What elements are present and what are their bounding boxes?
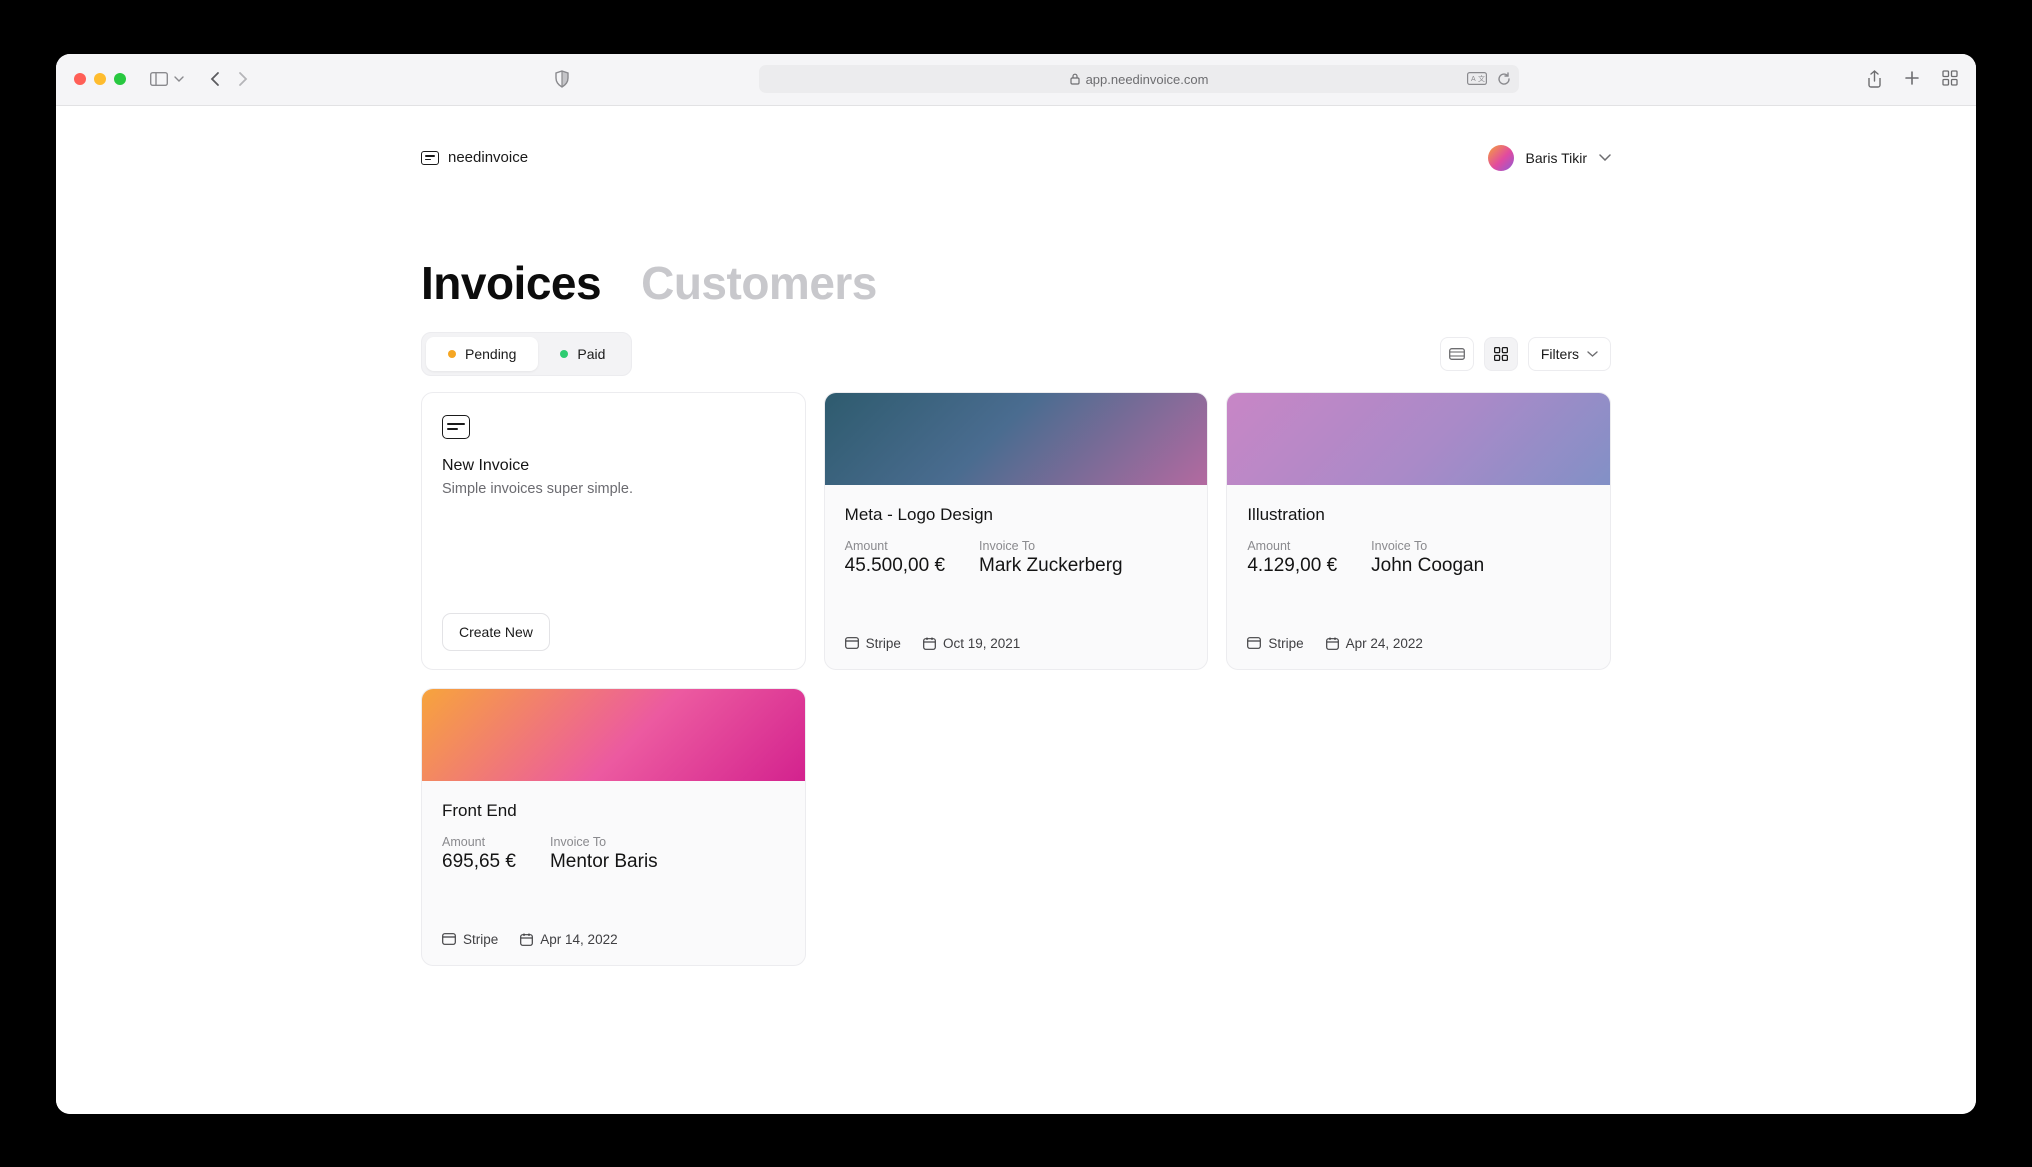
new-invoice-card: New Invoice Simple invoices super simple… [421,392,806,670]
invoice-amount: 695,65 € [442,851,516,873]
svg-text:文: 文 [1478,74,1485,83]
card-icon [1247,637,1261,649]
browser-window: app.needinvoice.com A文 [56,54,1976,1114]
nav-back-button[interactable] [210,71,220,87]
invoice-to-value: John Coogan [1371,555,1484,577]
view-controls: Filters [1440,337,1611,371]
invoice-provider: Stripe [442,932,498,947]
invoice-to-value: Mark Zuckerberg [979,555,1123,577]
invoice-grid: New Invoice Simple invoices super simple… [421,392,1611,966]
window-close-button[interactable] [74,73,86,85]
status-pending-button[interactable]: Pending [426,337,538,371]
lock-icon [1070,73,1080,85]
status-pending-label: Pending [465,346,516,362]
invoice-title: Meta - Logo Design [845,505,1188,525]
main-tabs: Invoices Customers [421,256,1611,310]
brand[interactable]: needinvoice [421,149,528,166]
reload-button[interactable] [1497,72,1511,86]
brand-icon [421,151,439,165]
reader-translate-icon[interactable]: A文 [1467,72,1487,86]
traffic-lights [74,73,126,85]
view-grid-button[interactable] [1484,337,1518,371]
new-tab-button[interactable] [1904,70,1920,88]
invoice-title: Front End [442,801,785,821]
invoice-amount: 45.500,00 € [845,555,945,577]
app-header: needinvoice Baris Tikir [421,130,1611,186]
status-segmented-control: Pending Paid [421,332,632,376]
privacy-shield-icon[interactable] [554,70,570,88]
invoice-icon [442,415,470,439]
invoice-card[interactable]: Illustration Amount 4.129,00 € Invoice T… [1226,392,1611,670]
tab-overview-button[interactable] [1942,70,1958,88]
address-url: app.needinvoice.com [1086,72,1209,87]
user-menu[interactable]: Baris Tikir [1488,145,1611,171]
nav-forward-button[interactable] [238,71,248,87]
chevron-down-icon [1599,154,1611,161]
tab-invoices[interactable]: Invoices [421,256,601,310]
calendar-icon [1326,637,1339,650]
invoice-to-label: Invoice To [979,539,1123,553]
invoice-date: Oct 19, 2021 [923,636,1020,651]
sidebar-toggle-button[interactable] [150,72,184,86]
invoice-card[interactable]: Front End Amount 695,65 € Invoice To Men… [421,688,806,966]
avatar [1488,145,1514,171]
invoice-banner [825,393,1208,485]
chevron-down-icon [174,76,184,82]
filters-button[interactable]: Filters [1528,337,1611,371]
status-paid-label: Paid [577,346,605,362]
brand-name: needinvoice [448,149,528,166]
page-content: needinvoice Baris Tikir Invoices Custome… [56,106,1976,1114]
filter-row: Pending Paid Filters [421,332,1611,376]
calendar-icon [520,933,533,946]
calendar-icon [923,637,936,650]
user-name: Baris Tikir [1526,150,1587,166]
invoice-card[interactable]: Meta - Logo Design Amount 45.500,00 € In… [824,392,1209,670]
invoice-title: Illustration [1247,505,1590,525]
invoice-to-value: Mentor Baris [550,851,658,873]
invoice-date: Apr 24, 2022 [1326,636,1423,651]
window-maximize-button[interactable] [114,73,126,85]
invoice-provider: Stripe [845,636,901,651]
create-new-button[interactable]: Create New [442,613,550,651]
invoice-to-label: Invoice To [550,835,658,849]
status-dot-paid [560,350,568,358]
card-icon [845,637,859,649]
invoice-amount: 4.129,00 € [1247,555,1337,577]
filters-label: Filters [1541,346,1579,362]
amount-label: Amount [845,539,945,553]
invoice-provider: Stripe [1247,636,1303,651]
invoice-to-label: Invoice To [1371,539,1484,553]
amount-label: Amount [442,835,516,849]
address-bar[interactable]: app.needinvoice.com A文 [759,65,1519,93]
browser-chrome: app.needinvoice.com A文 [56,54,1976,106]
chevron-down-icon [1587,351,1598,357]
view-list-button[interactable] [1440,337,1474,371]
invoice-date: Apr 14, 2022 [520,932,617,947]
status-paid-button[interactable]: Paid [538,337,627,371]
share-button[interactable] [1867,70,1882,88]
svg-text:A: A [1471,76,1476,83]
new-invoice-subtitle: Simple invoices super simple. [442,481,785,497]
invoice-banner [1227,393,1610,485]
status-dot-pending [448,350,456,358]
tab-customers[interactable]: Customers [641,256,877,310]
window-minimize-button[interactable] [94,73,106,85]
card-icon [442,933,456,945]
new-invoice-title: New Invoice [442,457,785,475]
amount-label: Amount [1247,539,1337,553]
invoice-banner [422,689,805,781]
